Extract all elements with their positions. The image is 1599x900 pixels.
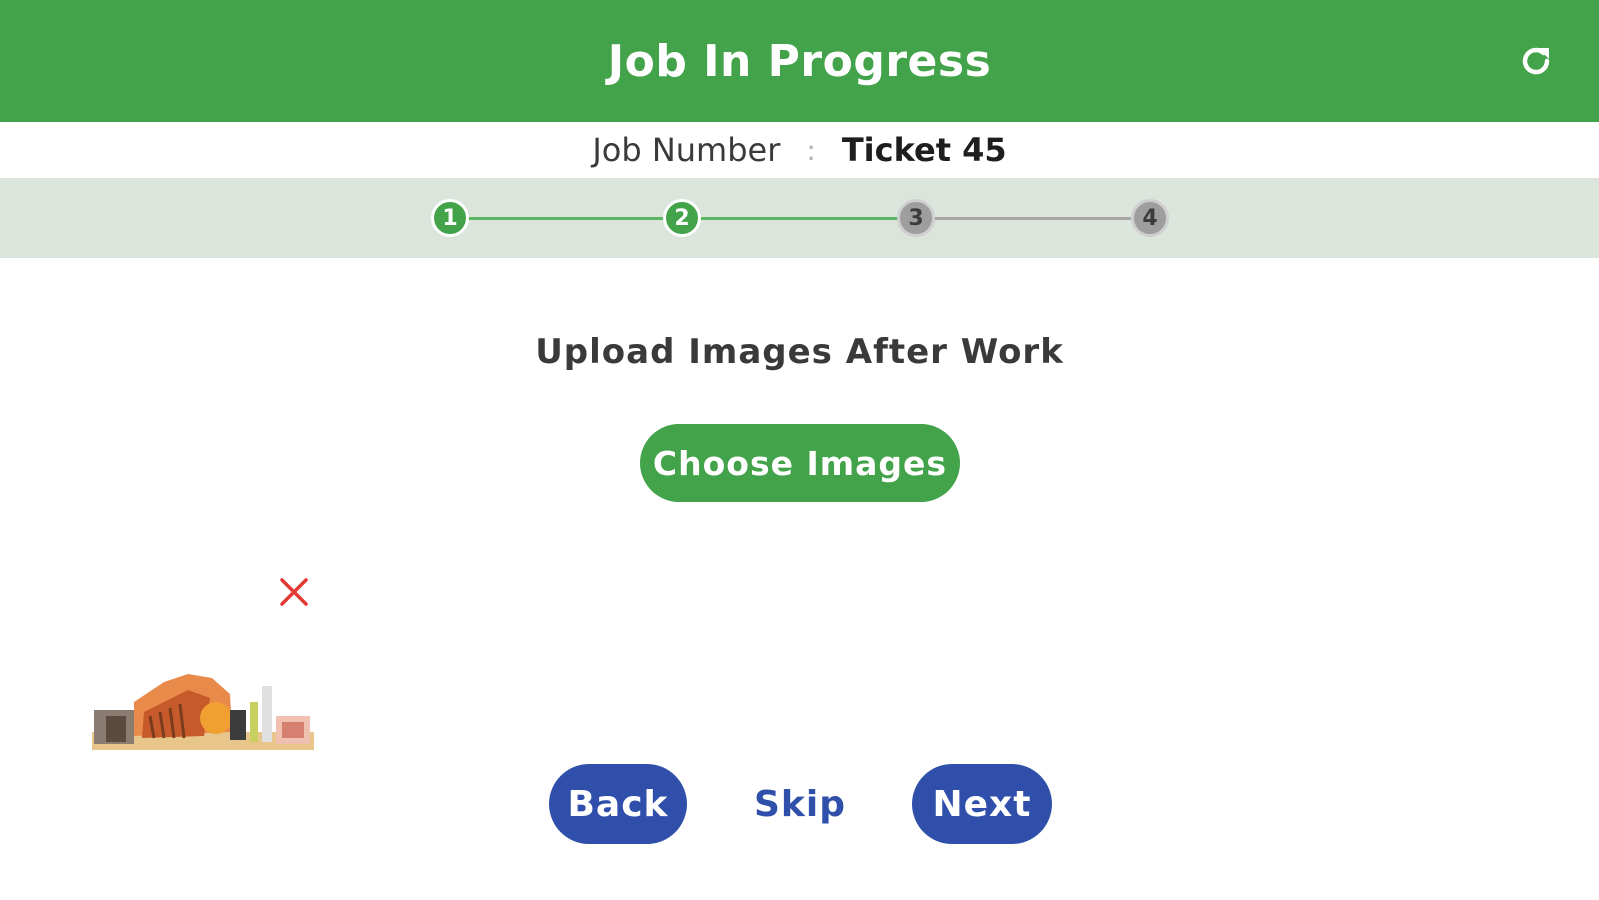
back-button[interactable]: Back	[549, 764, 687, 844]
step-connector-1	[450, 217, 682, 220]
step-2: 2	[663, 199, 701, 237]
step-connector-2	[682, 217, 916, 220]
job-number-separator: :	[806, 133, 816, 167]
next-button[interactable]: Next	[912, 764, 1052, 844]
page-title: Job In Progress	[607, 35, 992, 87]
refresh-icon	[1522, 47, 1550, 75]
close-icon	[280, 578, 308, 606]
uploaded-image-thumbnail	[92, 672, 314, 754]
app-header: Job In Progress	[0, 0, 1599, 122]
job-number-value: Ticket 45	[841, 131, 1007, 169]
step-connector-3	[916, 217, 1150, 220]
step-3: 3	[897, 199, 935, 237]
skip-button[interactable]: Skip	[752, 764, 848, 844]
job-number-label: Job Number	[592, 131, 781, 169]
progress-stepper: 1 2 3 4	[0, 178, 1599, 258]
step-1: 1	[431, 199, 469, 237]
choose-images-button[interactable]: Choose Images	[640, 424, 960, 502]
image-thumbnail-graphic	[92, 674, 314, 750]
job-number-row: Job Number : Ticket 45	[0, 122, 1599, 178]
remove-image-button[interactable]	[276, 574, 312, 610]
refresh-button[interactable]	[1513, 38, 1559, 84]
job-in-progress-screen: Job In Progress Job Number : Ticket 45 1…	[0, 0, 1599, 900]
upload-images-heading: Upload Images After Work	[535, 332, 1064, 372]
step-4: 4	[1131, 199, 1169, 237]
